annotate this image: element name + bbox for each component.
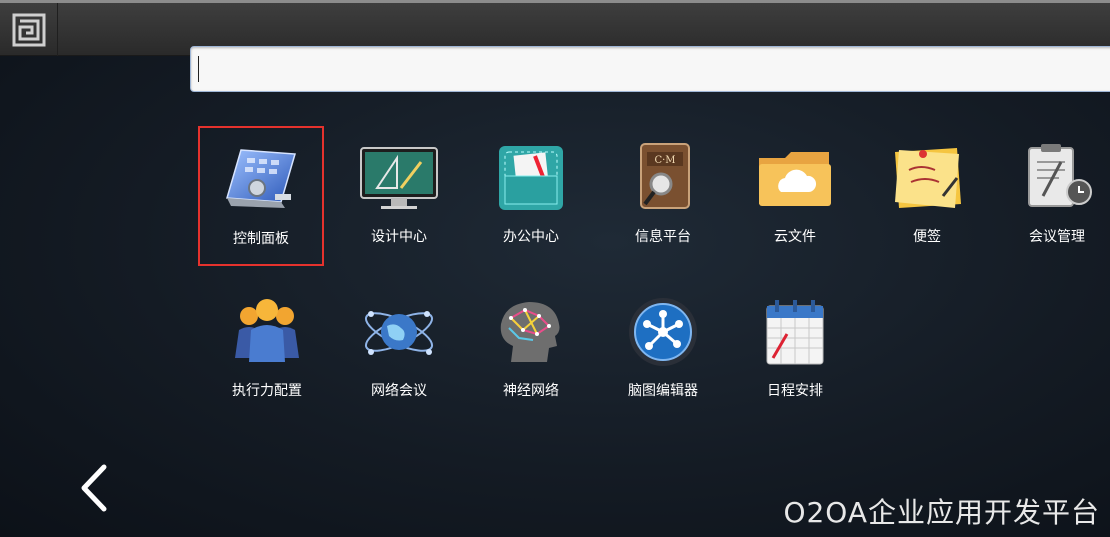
app-execution-config[interactable]: 执行力配置 [204, 280, 330, 420]
svg-text:C·M: C·M [654, 155, 675, 166]
app-info-platform[interactable]: C·M 信息平台 [600, 126, 726, 266]
app-label: 网络会议 [371, 383, 427, 399]
schedule-icon [766, 300, 824, 365]
search-input[interactable] [190, 46, 1110, 92]
meeting-management-icon [1028, 144, 1092, 207]
mindmap-editor-icon [629, 298, 697, 366]
app-label: 云文件 [774, 229, 816, 245]
control-panel-icon [226, 149, 296, 208]
app-label: 信息平台 [635, 229, 691, 245]
app-office-center[interactable]: 办公中心 [468, 126, 594, 266]
app-neural-network[interactable]: 神经网络 [468, 280, 594, 420]
office-center-icon [499, 146, 563, 210]
app-label: 便签 [913, 229, 941, 245]
app-meeting-management[interactable]: 会议管理 [994, 126, 1110, 266]
text-cursor [198, 56, 199, 82]
app-network-meeting[interactable]: 网络会议 [336, 280, 462, 420]
app-label: 脑图编辑器 [628, 383, 698, 399]
logo-button[interactable] [0, 3, 58, 56]
sticky-note-icon [895, 148, 961, 208]
app-design-center[interactable]: 设计中心 [336, 126, 462, 266]
cloud-file-icon [759, 152, 831, 206]
app-cloud-file[interactable]: 云文件 [732, 126, 858, 266]
network-meeting-icon [364, 311, 434, 355]
app-label: 日程安排 [767, 383, 823, 399]
app-label: 设计中心 [371, 229, 427, 245]
brand-watermark: O2OA企业应用开发平台 [783, 496, 1100, 529]
app-control-panel[interactable]: 控制面板 [198, 126, 324, 266]
app-label: 执行力配置 [232, 383, 302, 399]
info-platform-icon: C·M [640, 143, 690, 209]
design-center-icon [360, 147, 438, 209]
app-label: 办公中心 [503, 229, 559, 245]
execution-config-icon [235, 299, 299, 362]
app-schedule[interactable]: 日程安排 [732, 280, 858, 420]
o2-logo-icon [12, 13, 45, 46]
app-label: 会议管理 [1029, 229, 1085, 245]
app-label: 神经网络 [503, 383, 559, 399]
app-mindmap-editor[interactable]: 脑图编辑器 [600, 280, 726, 420]
chevron-left-icon [81, 464, 107, 512]
app-sticky-note[interactable]: 便签 [864, 126, 990, 266]
neural-network-icon [500, 302, 560, 362]
app-label: 控制面板 [233, 231, 289, 247]
back-button[interactable] [70, 460, 116, 516]
